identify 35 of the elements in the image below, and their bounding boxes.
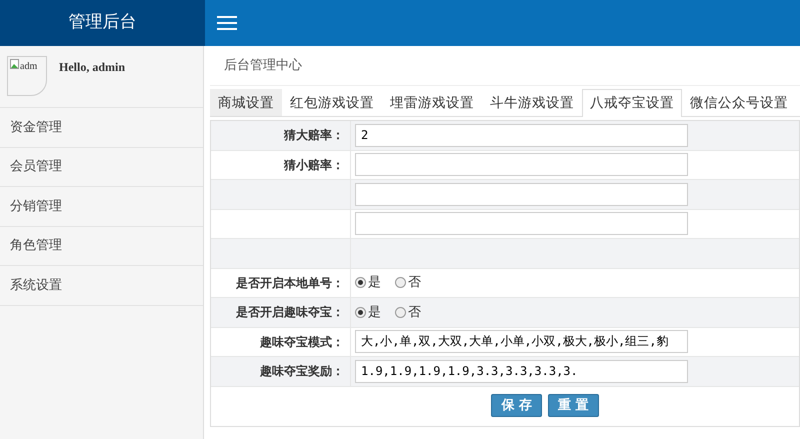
input-field[interactable]: 大,小,单,双,大双,大单,小单,小双,极大,极小,组三,豹 [355,330,688,354]
field-label: 趣味夺宝模式： [260,334,344,351]
avatar-alt-text: adm [20,60,38,74]
field-label: 猜小赔率： [284,156,344,174]
breadcrumb: 后台管理中心 [210,46,800,86]
input-field[interactable] [355,153,688,176]
radio-option[interactable]: 否 [395,302,421,322]
sidebar-item[interactable]: 系统设置 [0,266,203,306]
tab[interactable]: 微信公众号设置 [682,89,796,116]
radio-option[interactable]: 是 [355,302,381,322]
field-label: 是否开启趣味夺宝： [236,304,344,322]
tab[interactable]: 红包游戏设置 [282,89,382,116]
reset-button[interactable]: 重 置 [548,394,599,417]
input-field[interactable] [355,212,688,236]
radio-option[interactable]: 否 [395,273,421,292]
tab[interactable]: 商城设置 [210,89,282,116]
tab[interactable]: 八戒夺宝设置 [582,89,682,117]
greeting: Hello, admin [59,59,126,76]
radio-option[interactable]: 是 [355,273,381,292]
sidebar-item[interactable]: 分销管理 [0,187,203,226]
field-label: 趣味夺宝奖励： [260,363,344,380]
input-field[interactable] [355,182,688,206]
broken-image-icon [10,59,19,69]
tab[interactable]: 斗牛游戏设置 [482,89,582,116]
field-label: 猜大赔率： [284,127,344,144]
sidebar-item[interactable]: 会员管理 [0,148,203,187]
sidebar-item[interactable]: 资金管理 [0,108,203,148]
brand-title: 管理后台 [0,0,205,46]
input-field[interactable]: 1.9,1.9,1.9,1.9,3.3,3.3,3.3,3. [355,360,688,383]
menu-icon[interactable] [217,15,237,31]
input-field[interactable]: 2 [355,124,688,147]
tab[interactable]: 埋雷游戏设置 [382,89,482,116]
sidebar-item[interactable]: 角色管理 [0,226,203,266]
save-button[interactable]: 保 存 [491,394,542,417]
field-label: 是否开启本地单号： [236,274,344,292]
